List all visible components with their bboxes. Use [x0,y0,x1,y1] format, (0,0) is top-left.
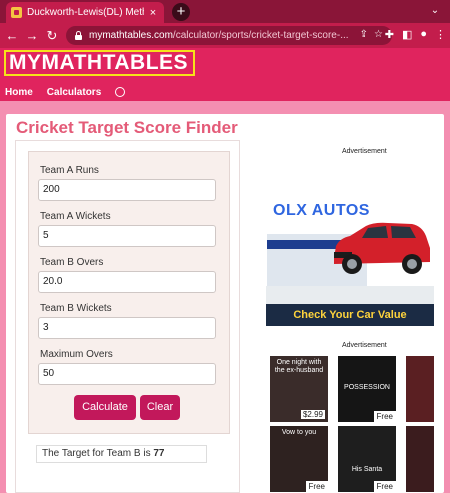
team-b-wickets-label: Team B Wickets [40,303,112,314]
maximum-overs-input[interactable]: 50 [38,363,216,385]
team-b-overs-label: Team B Overs [40,257,104,268]
book-title: One night with the ex-husband [274,359,324,374]
book-ad-4[interactable]: Vow to you Free [270,426,328,492]
book-title: His Santa [351,466,383,473]
book-free-badge: Free [373,411,396,422]
team-a-wickets-input[interactable]: 5 [38,225,216,247]
team-a-runs-input[interactable]: 200 [38,179,216,201]
url-path: /calculator/sports/cricket-target-score-… [172,30,349,41]
tab-close-icon[interactable]: × [147,7,159,19]
clear-button[interactable]: Clear [140,395,180,420]
book-ad-3[interactable] [406,356,434,422]
site-logo[interactable]: MYMATHTABLES [4,50,195,76]
book-ad-5[interactable]: His Santa Free [338,426,396,492]
book-free-badge: Free [373,481,396,492]
book-title: Vow to you [281,429,317,436]
book-ad-6[interactable] [406,426,434,492]
share-icon[interactable]: ⇪ [360,29,368,40]
book-price: $2.99 [300,410,325,419]
back-icon[interactable]: ← [2,28,22,43]
address-bar-actions: ⇪ ☆ [360,29,383,40]
nav-home[interactable]: Home [5,87,33,98]
browser-tab-bar: Duckworth-Lewis(DL) Method Ca × + ⌄ [0,0,450,23]
road-graphic [266,286,434,306]
check-car-value-button[interactable]: Check Your Car Value [266,304,434,326]
nav-calculators[interactable]: Calculators [47,87,101,98]
team-a-wickets-label: Team A Wickets [40,211,111,222]
tab-search-icon[interactable]: ⌄ [428,3,442,19]
maximum-overs-label: Maximum Overs [40,349,113,360]
result-output: The Target for Team B is 77 [36,445,207,463]
result-value: 77 [153,448,165,459]
browser-tab[interactable]: Duckworth-Lewis(DL) Method Ca × [6,2,164,23]
site-nav: Home Calculators [0,83,450,101]
lock-icon[interactable] [74,31,83,40]
olx-autos-ad[interactable]: OLX AUTOS Check Your Car Value [266,190,434,330]
calculate-button[interactable]: Calculate [74,395,136,420]
profile-icon[interactable]: ● [420,28,427,41]
tab-title: Duckworth-Lewis(DL) Method Ca [27,7,144,18]
url-host: mymathtables.com [89,30,173,41]
reload-icon[interactable]: ↻ [42,28,62,44]
address-bar[interactable]: mymathtables.com /calculator/sports/cric… [66,26,392,45]
ad-label: Advertisement [342,148,387,155]
browser-toolbar: ← → ↻ mymathtables.com /calculator/sport… [0,23,450,48]
book-title: POSSESSION [344,384,390,391]
ad-label-2: Advertisement [342,342,387,349]
red-car-image [334,222,430,274]
site-header: MYMATHTABLES [0,48,450,83]
team-b-overs-input[interactable]: 20.0 [38,271,216,293]
bookmark-star-icon[interactable]: ☆ [374,29,383,40]
extension-icons: ✚ ◧ ● ⋮ [385,28,446,41]
site-favicon-icon [11,7,22,18]
result-text: The Target for Team B is [42,448,151,459]
book-ad-2[interactable]: POSSESSION Free [338,356,396,422]
side-panel-icon[interactable]: ◧ [402,28,412,41]
team-a-runs-label: Team A Runs [40,165,99,176]
page-title: Cricket Target Score Finder [16,118,238,137]
new-tab-button[interactable]: + [172,3,190,21]
book-free-badge: Free [305,481,328,492]
search-icon[interactable] [115,87,126,97]
forward-icon[interactable]: → [22,28,42,43]
book-ad-1[interactable]: One night with the ex-husband $2.99 [270,356,328,422]
extensions-puzzle-icon[interactable]: ✚ [385,28,394,41]
browser-menu-icon[interactable]: ⋮ [435,28,446,41]
team-b-wickets-input[interactable]: 3 [38,317,216,339]
